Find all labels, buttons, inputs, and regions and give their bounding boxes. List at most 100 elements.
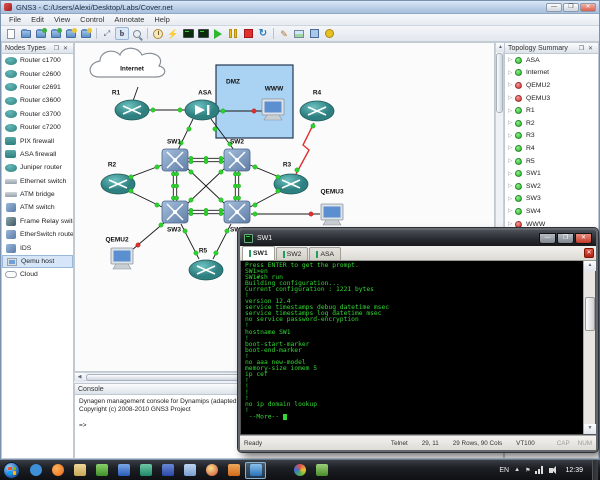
node-type-frame-relay-switch[interactable]: Frame Relay switch — [2, 215, 73, 228]
taskbar-browser-icon[interactable] — [201, 462, 222, 479]
node-type-etherswitch-router[interactable]: EtherSwitch router — [2, 228, 73, 241]
tab-sw2[interactable]: SW2 — [276, 247, 309, 260]
tab-asa[interactable]: ASA — [309, 247, 341, 260]
expand-arrow-icon[interactable]: ▷ — [508, 70, 515, 76]
node-qemu3[interactable] — [321, 204, 343, 225]
expand-arrow-icon[interactable]: ▷ — [508, 82, 515, 88]
start-button[interactable] — [3, 462, 20, 479]
expand-arrow-icon[interactable]: ▷ — [508, 145, 515, 151]
summary-item-asa[interactable]: ▷ASA — [505, 54, 598, 67]
menu-control[interactable]: Control — [75, 15, 109, 24]
taskbar-explorer-icon[interactable] — [69, 462, 90, 479]
node-sw4[interactable] — [224, 201, 250, 223]
taskbar-app-icon[interactable] — [223, 462, 244, 479]
node-type-atm-switch[interactable]: ATM switch — [2, 201, 73, 214]
node-type-router-c3600[interactable]: Router c3600 — [2, 94, 73, 107]
show-desktop-button[interactable] — [592, 460, 598, 480]
reload-all-icon[interactable]: ↻ — [256, 27, 270, 40]
open-icon[interactable] — [19, 27, 33, 40]
summary-item-sw4[interactable]: ▷SW4 — [505, 205, 598, 218]
tab-sw1[interactable]: SW1 — [242, 246, 275, 260]
terminal-close-button[interactable]: ✕ — [575, 233, 592, 244]
stop-all-icon[interactable] — [241, 27, 255, 40]
telnet-all-icon[interactable]: ⚡ — [166, 27, 180, 40]
node-type-atm-bridge[interactable]: ATM bridge — [2, 188, 73, 201]
taskbar-app-icon[interactable] — [157, 462, 178, 479]
taskbar-app-icon[interactable] — [135, 462, 156, 479]
expand-arrow-icon[interactable]: ▷ — [508, 133, 515, 139]
node-sw1[interactable] — [162, 149, 188, 171]
summary-item-r4[interactable]: ▷R4 — [505, 142, 598, 155]
volume-icon[interactable] — [549, 468, 553, 473]
node-type-router-c2691[interactable]: Router c2691 — [2, 81, 73, 94]
menu-file[interactable]: File — [4, 15, 26, 24]
node-type-ethernet-switch[interactable]: Ethernet switch — [2, 175, 73, 188]
console-icon[interactable] — [181, 27, 195, 40]
node-type-router-c3700[interactable]: Router c3700 — [2, 108, 73, 121]
terminal-screen[interactable]: Press ENTER to get the prompt. SW1>en SW… — [240, 261, 596, 435]
node-r5[interactable] — [189, 260, 223, 280]
menu-edit[interactable]: Edit — [26, 15, 49, 24]
node-type-qemu-host[interactable]: Qemu host — [2, 255, 73, 268]
show-hostnames-icon[interactable]: b — [115, 27, 129, 40]
add-note-icon[interactable]: ✎ — [277, 27, 291, 40]
summary-item-r3[interactable]: ▷R3 — [505, 130, 598, 143]
expand-arrow-icon[interactable]: ▷ — [508, 221, 515, 227]
insert-image-icon[interactable] — [292, 27, 306, 40]
draw-ellipse-icon[interactable] — [322, 27, 336, 40]
start-all-icon[interactable] — [211, 27, 225, 40]
network-icon[interactable] — [535, 466, 544, 474]
taskbar-app-icon[interactable] — [289, 462, 310, 479]
expand-arrow-icon[interactable]: ▷ — [508, 95, 515, 101]
taskbar-clock[interactable]: 12:39 — [565, 467, 583, 474]
action-center-flag-icon[interactable]: ⚑ — [525, 467, 530, 474]
browse-icon[interactable] — [130, 27, 144, 40]
terminal-scrollbar[interactable]: ▲ ▼ — [583, 261, 595, 434]
taskbar-app-icon[interactable] — [113, 462, 134, 479]
node-type-router-c7200[interactable]: Router c7200 — [2, 121, 73, 134]
scrollbar-thumb[interactable] — [585, 297, 595, 331]
node-type-juniper-router[interactable]: Juniper router — [2, 161, 73, 174]
language-indicator[interactable]: EN — [499, 467, 509, 474]
internet-cloud-node[interactable] — [90, 48, 165, 77]
taskbar-mail-icon[interactable] — [179, 462, 200, 479]
save-icon[interactable] — [34, 27, 48, 40]
menu-view[interactable]: View — [49, 15, 75, 24]
node-type-asa-firewall[interactable]: ASA firewall — [2, 148, 73, 161]
expand-arrow-icon[interactable]: ▷ — [508, 108, 515, 114]
gns3-titlebar[interactable]: GNS3 - C:/Users/Alexi/Desktop/Labs/Cover… — [1, 1, 599, 14]
float-panel-icon[interactable]: ❐ — [52, 45, 61, 52]
snapshot-icon[interactable] — [64, 27, 78, 40]
expand-arrow-icon[interactable]: ▷ — [508, 158, 515, 164]
node-r4[interactable] — [300, 101, 334, 121]
node-type-pix-firewall[interactable]: PIX firewall — [2, 134, 73, 147]
float-panel-icon[interactable]: ❐ — [577, 45, 586, 52]
suspend-all-icon[interactable] — [226, 27, 240, 40]
idle-pc-clock-icon[interactable] — [151, 27, 165, 40]
scrollbar-thumb[interactable] — [86, 374, 256, 381]
node-asa[interactable] — [185, 100, 219, 120]
menu-help[interactable]: Help — [149, 15, 174, 24]
fit-in-view-icon[interactable]: ⤢ — [100, 27, 114, 40]
minimize-button[interactable]: — — [546, 3, 562, 12]
node-sw2[interactable] — [224, 149, 250, 171]
scroll-down-icon[interactable]: ▼ — [584, 424, 596, 434]
summary-item-r1[interactable]: ▷R1 — [505, 104, 598, 117]
draw-rectangle-icon[interactable] — [307, 27, 321, 40]
tab-close-icon[interactable]: ✕ — [584, 248, 594, 258]
terminal-maximize-button[interactable]: ❐ — [557, 233, 574, 244]
summary-item-sw3[interactable]: ▷SW3 — [505, 193, 598, 206]
summary-item-r2[interactable]: ▷R2 — [505, 117, 598, 130]
summary-item-internet[interactable]: ▷Internet — [505, 67, 598, 80]
close-panel-icon[interactable]: ✕ — [586, 45, 595, 52]
aux-console-icon[interactable] — [196, 27, 210, 40]
node-sw3[interactable] — [162, 201, 188, 223]
maximize-button[interactable]: ❐ — [563, 3, 579, 12]
expand-arrow-icon[interactable]: ▷ — [508, 196, 515, 202]
taskbar-active-terminal-icon[interactable] — [245, 462, 266, 479]
node-qemu2[interactable] — [111, 248, 133, 269]
summary-item-r5[interactable]: ▷R5 — [505, 155, 598, 168]
summary-item-qemu3[interactable]: ▷QEMU3 — [505, 92, 598, 105]
summary-item-sw2[interactable]: ▷SW2 — [505, 180, 598, 193]
close-button[interactable]: ✕ — [580, 3, 596, 12]
